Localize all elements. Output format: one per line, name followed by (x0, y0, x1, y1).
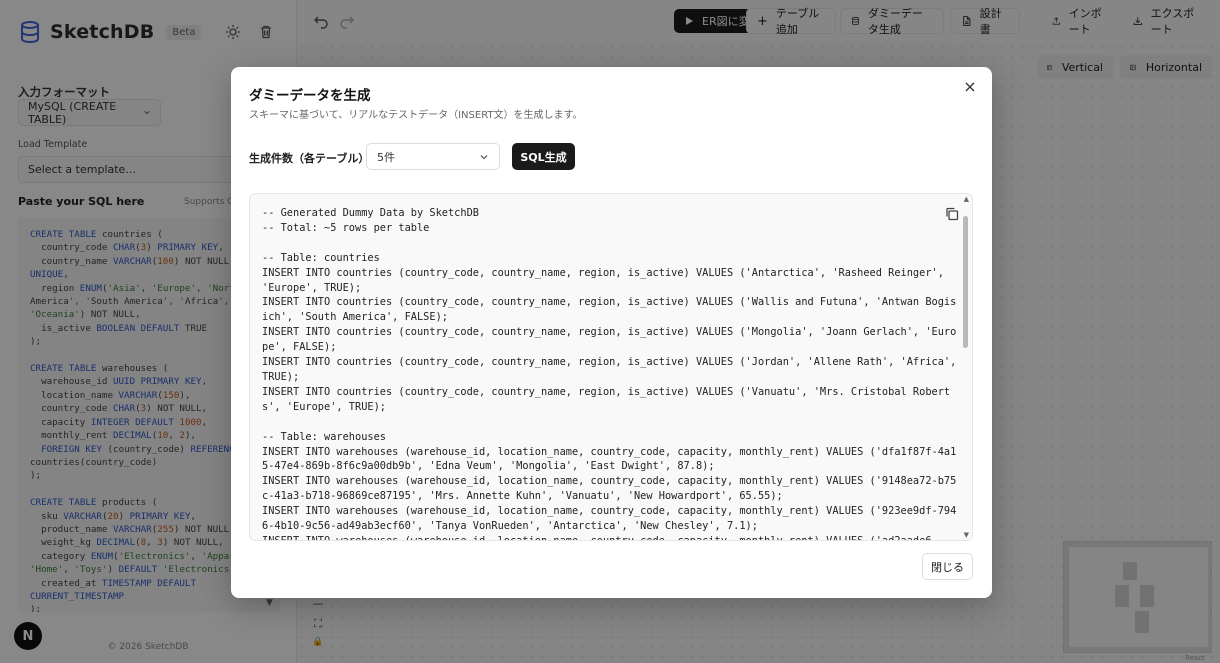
close-button[interactable]: 閉じる (922, 553, 973, 580)
row-count-label: 生成件数（各テーブル）: (249, 152, 374, 165)
row-count-select[interactable]: 5件 (366, 143, 500, 170)
sql-output-box[interactable]: -- Generated Dummy Data by SketchDB -- T… (249, 193, 973, 541)
scroll-down-arrow-icon[interactable]: ▼ (964, 531, 969, 539)
scroll-up-arrow-icon[interactable]: ▲ (964, 195, 969, 203)
scrollbar-thumb[interactable] (963, 216, 968, 348)
dummy-data-modal: × ダミーデータを生成 スキーマに基づいて、リアルなテストデータ（INSERT文… (231, 67, 992, 598)
row-count-value: 5件 (377, 150, 395, 164)
sql-output-text: -- Generated Dummy Data by SketchDB -- T… (262, 207, 957, 541)
modal-title: ダミーデータを生成 (249, 88, 371, 104)
copy-icon[interactable] (944, 206, 960, 222)
chevron-down-icon (480, 154, 488, 159)
close-icon[interactable]: × (962, 79, 978, 95)
generate-sql-button[interactable]: SQL生成 (512, 143, 575, 170)
modal-description: スキーマに基づいて、リアルなテストデータ（INSERT文）を生成します。 (249, 110, 583, 121)
